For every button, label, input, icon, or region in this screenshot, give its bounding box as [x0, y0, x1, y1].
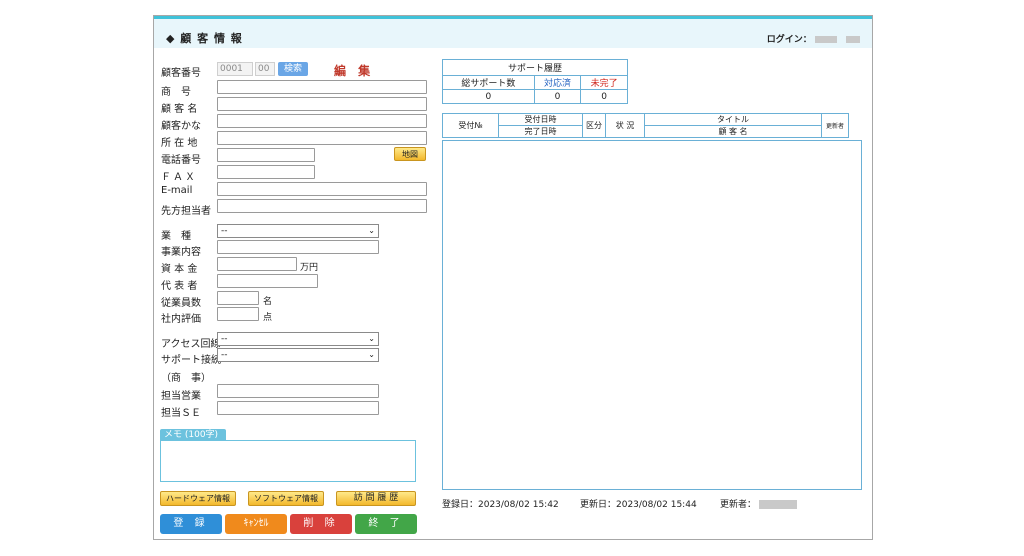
support-summary-table: サポート履歴 総サポート数 対応済 未完了 0 0 0: [442, 59, 628, 104]
employees-label: 従業員数: [161, 298, 201, 309]
login-info: ログイン：: [767, 32, 860, 45]
unfinished-count: 0: [580, 89, 628, 104]
chevron-down-icon: ⌄: [368, 334, 375, 343]
support-history-title: サポート履歴: [442, 59, 628, 76]
industry-select[interactable]: -- ⌄: [217, 224, 379, 238]
fax-input[interactable]: [217, 165, 315, 179]
support-conn-value: --: [221, 350, 228, 360]
login-user-redacted-2: [846, 36, 860, 43]
rating-input[interactable]: [217, 307, 259, 321]
login-user-redacted: [814, 36, 837, 43]
industry-value: --: [221, 226, 228, 236]
software-info-button[interactable]: ソフトウェア情報: [248, 491, 324, 506]
status-header: 状 況: [605, 113, 645, 138]
contact-label: 先方担当者: [161, 206, 211, 217]
capital-input[interactable]: [217, 257, 297, 271]
se-input[interactable]: [217, 401, 379, 415]
close-button[interactable]: 終 了: [355, 514, 417, 534]
business-input[interactable]: [217, 240, 379, 254]
updater-header: 更新者: [821, 113, 849, 138]
customer-kana-input[interactable]: [217, 114, 427, 128]
updated-date: 更新日：2023/08/02 15:44: [580, 500, 697, 510]
page-title: ◆ 顧 客 情 報: [166, 32, 243, 45]
employees-input[interactable]: [217, 291, 259, 305]
registered-date: 登録日：2023/08/02 15:42: [442, 500, 559, 510]
edit-mode-label: 編 集: [334, 64, 375, 78]
email-input[interactable]: [217, 182, 427, 196]
register-button[interactable]: 登 録: [160, 514, 222, 534]
address-input[interactable]: [217, 131, 427, 145]
address-label: 所 在 地: [161, 138, 198, 149]
access-select[interactable]: -- ⌄: [217, 332, 379, 346]
shop-name-input[interactable]: [217, 80, 427, 94]
support-conn-label: サポート接続: [161, 355, 221, 366]
rating-unit: 点: [263, 313, 273, 323]
chevron-down-icon: ⌄: [368, 350, 375, 359]
support-list-body[interactable]: [442, 140, 862, 490]
updater-redacted: [758, 500, 797, 509]
customer-name-label: 顧 客 名: [161, 104, 198, 115]
resolved-count: 0: [533, 89, 582, 104]
updater-info: 更新者：: [720, 497, 797, 510]
capital-label: 資 本 金: [161, 264, 198, 275]
total-support-header: 総サポート数: [442, 75, 535, 90]
email-label: E-mail: [161, 185, 193, 196]
login-label: ログイン：: [766, 35, 812, 45]
receipt-no-header: 受付№: [442, 113, 499, 138]
updater-label: 更新者：: [720, 500, 757, 510]
phone-label: 電話番号: [161, 155, 201, 166]
sales-label: 担当営業: [161, 391, 201, 402]
shop-name-label: 商 号: [161, 87, 191, 98]
search-button[interactable]: 検索: [278, 62, 308, 76]
complete-date-header: 完了日時: [498, 125, 583, 138]
customer-info-window: ◆ 顧 客 情 報 ログイン： 顧客番号 0001 00 検索 編 集 商 号 …: [153, 15, 873, 540]
access-label: アクセス回線: [161, 339, 221, 350]
rating-label: 社内評価: [161, 314, 201, 325]
access-value: --: [221, 334, 228, 344]
list-customer-header: 顧 客 名: [644, 125, 822, 138]
hardware-info-button[interactable]: ハードウェア情報: [160, 491, 236, 506]
unfinished-header: 未完了: [580, 75, 628, 90]
sales-input[interactable]: [217, 384, 379, 398]
business-label: 事業内容: [161, 247, 201, 258]
resolved-header: 対応済: [533, 75, 582, 90]
customer-kana-label: 顧客かな: [161, 121, 201, 132]
employees-unit: 名: [263, 297, 273, 307]
receipt-date-header: 受付日時: [498, 113, 583, 126]
visit-history-button[interactable]: 訪 問 履 歴: [336, 491, 416, 506]
representative-input[interactable]: [217, 274, 318, 288]
list-title-header: タイトル: [644, 113, 822, 126]
delete-button[interactable]: 削 除: [290, 514, 352, 534]
customer-no-field[interactable]: 0001: [217, 62, 253, 76]
contact-input[interactable]: [217, 199, 427, 213]
cancel-button[interactable]: ｷｬﾝｾﾙ: [225, 514, 287, 534]
map-button[interactable]: 地図: [394, 147, 426, 161]
support-list-header: 受付№ 受付日時 区分 状 況 タイトル 更新者 完了日時 顧 客 名: [442, 113, 849, 138]
industry-label: 業 種: [161, 231, 191, 242]
representative-label: 代 表 者: [161, 281, 198, 292]
phone-input[interactable]: [217, 148, 315, 162]
title-bar: ◆ 顧 客 情 報 ログイン：: [154, 16, 872, 48]
customer-no-label: 顧客番号: [161, 68, 201, 79]
customer-no-sub-field[interactable]: 00: [255, 62, 275, 76]
capital-unit: 万円: [300, 263, 319, 273]
total-support-count: 0: [442, 89, 535, 104]
category-header: 区分: [582, 113, 606, 138]
memo-textarea[interactable]: [160, 440, 416, 482]
se-label: 担当ＳＥ: [161, 408, 201, 419]
customer-name-input[interactable]: [217, 97, 427, 111]
chevron-down-icon: ⌄: [368, 226, 375, 235]
commerce-label: （商 事）: [161, 373, 211, 384]
fax-label: ＦＡＸ: [161, 172, 197, 183]
support-conn-select[interactable]: -- ⌄: [217, 348, 379, 362]
